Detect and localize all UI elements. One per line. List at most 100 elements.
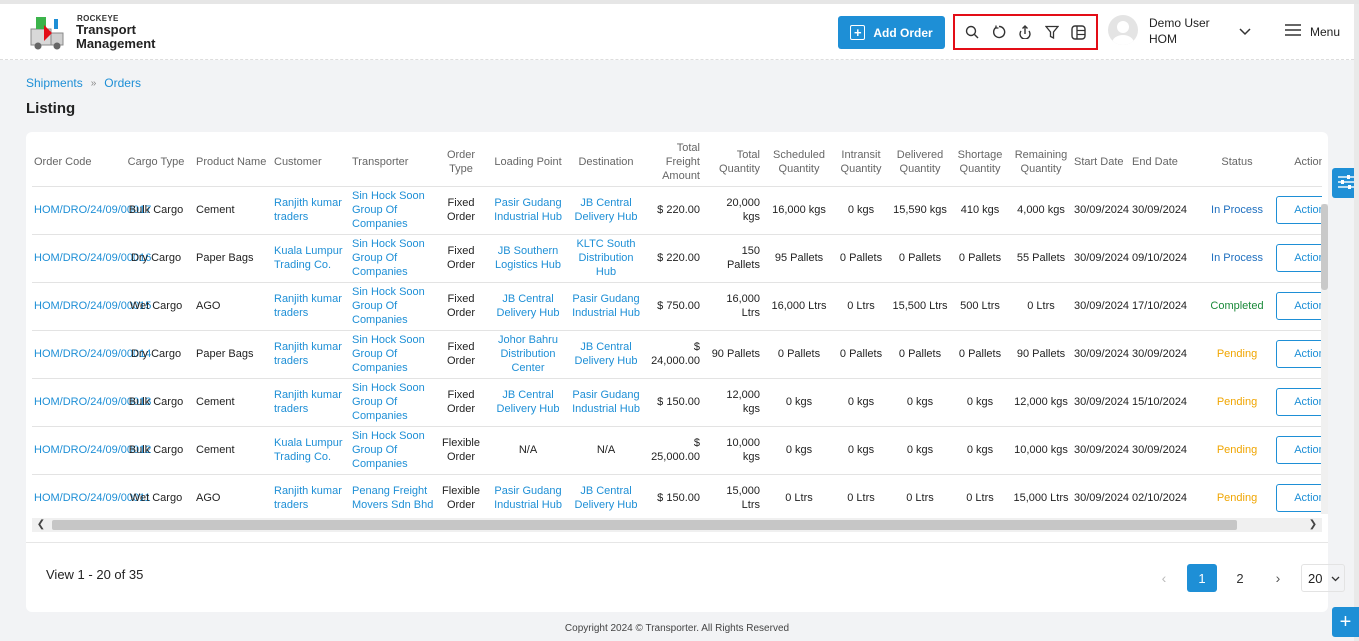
user-org: HOM <box>1149 32 1177 46</box>
page-1-button[interactable]: 1 <box>1187 564 1217 592</box>
floating-add-button[interactable]: + <box>1332 607 1359 637</box>
destination-link[interactable]: N/A <box>570 426 642 475</box>
next-page-icon[interactable]: › <box>1263 564 1293 592</box>
prev-page-icon[interactable]: ‹ <box>1149 564 1179 592</box>
action-button[interactable]: Action <box>1275 484 1322 512</box>
action-button[interactable]: Action <box>1275 244 1322 272</box>
destination-link[interactable]: JB Central Delivery Hub <box>570 474 642 520</box>
filter-icon[interactable] <box>1042 22 1062 42</box>
action-button[interactable]: Action <box>1275 292 1322 320</box>
transporter-link[interactable]: Sin Hock Soon Group Of Companies <box>350 234 436 283</box>
col-total-freight[interactable]: Total Freight Amount <box>642 138 706 187</box>
destination-link[interactable]: JB Central Delivery Hub <box>570 186 642 235</box>
total-quantity-cell: 12,000 kgs <box>706 378 766 427</box>
page-2-button[interactable]: 2 <box>1225 564 1255 592</box>
per-page-select[interactable]: 20 <box>1301 564 1345 592</box>
scroll-left-icon[interactable]: ❮ <box>34 518 48 532</box>
order-code-link[interactable]: HOM/DRO/24/09/00014 <box>32 330 151 379</box>
order-code-link[interactable]: HOM/DRO/24/09/00012 <box>32 426 151 475</box>
col-destination[interactable]: Destination <box>570 138 642 187</box>
col-loading-point[interactable]: Loading Point <box>486 138 570 187</box>
delivered-quantity-cell: 15,500 Ltrs <box>890 282 950 331</box>
transporter-link[interactable]: Sin Hock Soon Group Of Companies <box>350 378 436 427</box>
loading-point-link[interactable]: JB Southern Logistics Hub <box>486 234 570 283</box>
transporter-link[interactable]: Penang Freight Movers Sdn Bhd <box>350 474 436 520</box>
upload-icon[interactable] <box>1015 22 1035 42</box>
loading-point-link[interactable]: N/A <box>486 426 570 475</box>
customer-link[interactable]: Ranjith kumar traders <box>272 186 350 235</box>
action-cell: Action <box>1272 378 1322 427</box>
menu-button[interactable]: Menu <box>1285 24 1340 39</box>
horizontal-scrollbar[interactable]: ❮ ❯ <box>32 518 1322 532</box>
scheduled-quantity-cell: 0 Ltrs <box>766 474 832 520</box>
col-start-date[interactable]: Start Date <box>1072 138 1130 187</box>
col-customer[interactable]: Customer <box>272 138 350 187</box>
col-end-date[interactable]: End Date <box>1130 138 1202 187</box>
product-cell: AGO <box>194 474 272 520</box>
col-scheduled-qty[interactable]: Scheduled Quantity <box>766 138 832 187</box>
horizontal-scroll-thumb[interactable] <box>52 520 1237 530</box>
loading-point-link[interactable]: Pasir Gudang Industrial Hub <box>486 474 570 520</box>
freight-cell: $ 24,000.00 <box>642 330 706 379</box>
chevron-down-icon[interactable] <box>1238 24 1252 38</box>
customer-link[interactable]: Kuala Lumpur Trading Co. <box>272 426 350 475</box>
transporter-link[interactable]: Sin Hock Soon Group Of Companies <box>350 426 436 475</box>
action-button[interactable]: Action <box>1275 196 1322 224</box>
col-order-type[interactable]: Order Type <box>436 138 486 187</box>
user-name[interactable]: Demo User <box>1149 16 1210 30</box>
scroll-right-icon[interactable]: ❯ <box>1306 518 1320 532</box>
breadcrumb-orders[interactable]: Orders <box>104 76 141 90</box>
refresh-icon[interactable] <box>989 22 1009 42</box>
remaining-quantity-cell: 10,000 kgs <box>1010 426 1072 475</box>
col-order-code[interactable]: Order Code <box>32 138 118 187</box>
plus-icon: + <box>1339 610 1352 633</box>
col-total-quantity[interactable]: Total Quantity <box>706 138 766 187</box>
freight-cell: $ 150.00 <box>642 378 706 427</box>
col-intransit-qty[interactable]: Intransit Quantity <box>832 138 890 187</box>
avatar[interactable] <box>1108 15 1138 45</box>
action-button[interactable]: Action <box>1275 340 1322 368</box>
col-status[interactable]: Status <box>1202 138 1272 187</box>
loading-point-link[interactable]: JB Central Delivery Hub <box>486 378 570 427</box>
order-code-link[interactable]: HOM/DRO/24/09/00013 <box>32 378 151 427</box>
col-cargo-type[interactable]: Cargo Type <box>118 138 194 187</box>
customer-link[interactable]: Ranjith kumar traders <box>272 330 350 379</box>
vertical-scroll-thumb[interactable] <box>1321 204 1328 290</box>
destination-link[interactable]: JB Central Delivery Hub <box>570 330 642 379</box>
shortage-quantity-cell: 410 kgs <box>950 186 1010 235</box>
col-remaining-qty[interactable]: Remaining Quantity <box>1010 138 1072 187</box>
order-code-link[interactable]: HOM/DRO/24/09/00015 <box>32 282 151 331</box>
action-button[interactable]: Action <box>1275 436 1322 464</box>
loading-point-link[interactable]: Johor Bahru Distribution Center <box>486 330 570 379</box>
order-code-link[interactable]: HOM/DRO/24/09/00017 <box>32 186 151 235</box>
product-cell: Paper Bags <box>194 234 272 283</box>
columns-icon[interactable] <box>1069 22 1089 42</box>
shortage-quantity-cell: 0 Ltrs <box>950 474 1010 520</box>
loading-point-link[interactable]: Pasir Gudang Industrial Hub <box>486 186 570 235</box>
search-icon[interactable] <box>962 22 982 42</box>
destination-link[interactable]: Pasir Gudang Industrial Hub <box>570 282 642 331</box>
col-delivered-qty[interactable]: Delivered Quantity <box>890 138 950 187</box>
customer-link[interactable]: Ranjith kumar traders <box>272 474 350 520</box>
scheduled-quantity-cell: 16,000 Ltrs <box>766 282 832 331</box>
customer-link[interactable]: Ranjith kumar traders <box>272 282 350 331</box>
transporter-link[interactable]: Sin Hock Soon Group Of Companies <box>350 186 436 235</box>
transporter-link[interactable]: Sin Hock Soon Group Of Companies <box>350 282 436 331</box>
vertical-scrollbar[interactable] <box>1321 204 1328 514</box>
intransit-quantity-cell: 0 Ltrs <box>832 474 890 520</box>
orders-table-viewport[interactable]: Order Code Cargo Type Product Name Custo… <box>32 138 1322 520</box>
loading-point-link[interactable]: JB Central Delivery Hub <box>486 282 570 331</box>
customer-link[interactable]: Ranjith kumar traders <box>272 378 350 427</box>
destination-link[interactable]: Pasir Gudang Industrial Hub <box>570 378 642 427</box>
breadcrumb-shipments[interactable]: Shipments <box>26 76 83 90</box>
col-shortage-qty[interactable]: Shortage Quantity <box>950 138 1010 187</box>
col-product-name[interactable]: Product Name <box>194 138 272 187</box>
col-transporter[interactable]: Transporter <box>350 138 436 187</box>
destination-link[interactable]: KLTC South Distribution Hub <box>570 234 642 283</box>
add-order-button[interactable]: + Add Order <box>838 16 945 49</box>
order-code-link[interactable]: HOM/DRO/24/09/00016 <box>32 234 151 283</box>
action-button[interactable]: Action <box>1275 388 1322 416</box>
order-code-link[interactable]: HOM/DRO/24/09/00011 <box>32 474 151 520</box>
customer-link[interactable]: Kuala Lumpur Trading Co. <box>272 234 350 283</box>
transporter-link[interactable]: Sin Hock Soon Group Of Companies <box>350 330 436 379</box>
